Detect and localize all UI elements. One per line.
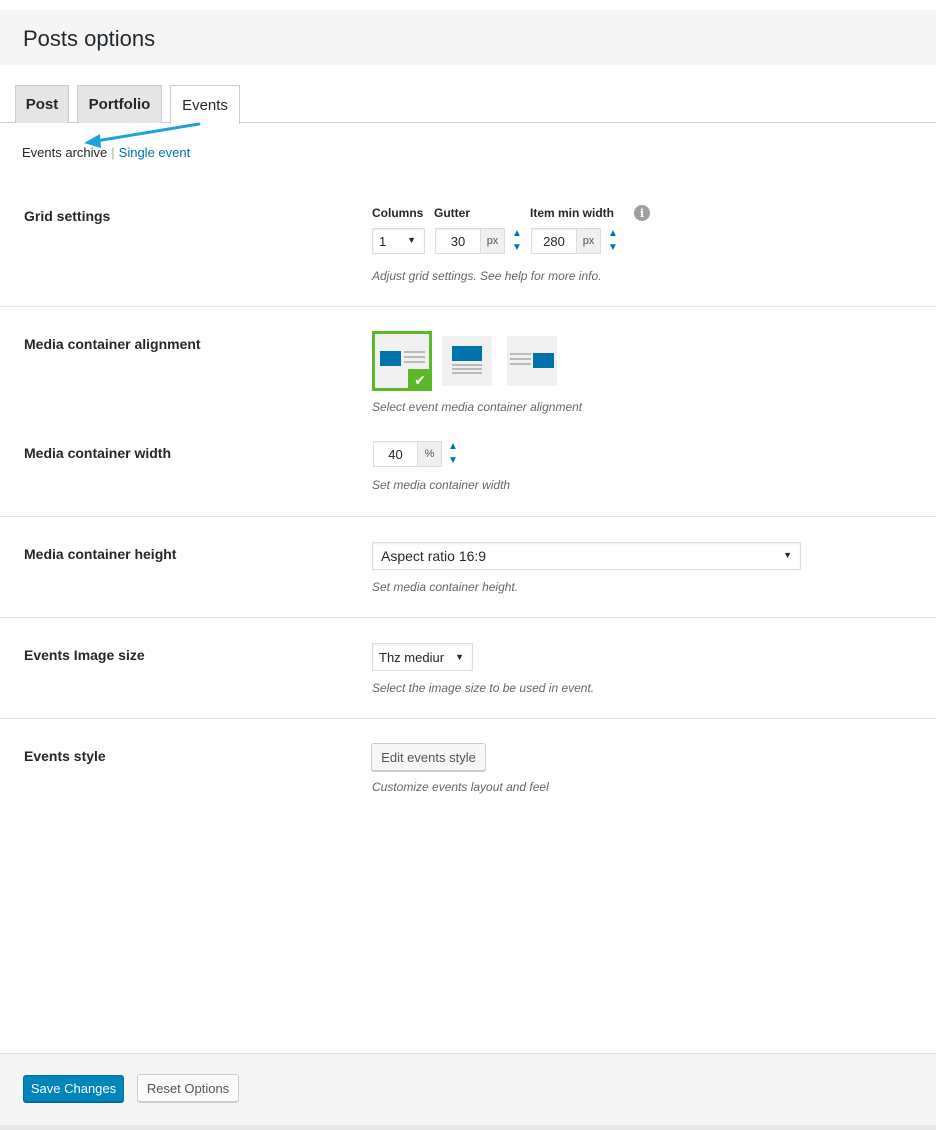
text-line	[404, 351, 425, 353]
divider	[0, 516, 936, 517]
media-height-value: Aspect ratio 16:9	[381, 548, 487, 564]
align-top-option[interactable]	[442, 336, 492, 386]
text-line	[452, 372, 482, 374]
media-width-label: Media container width	[24, 445, 172, 461]
gutter-input[interactable]: 30 px	[435, 228, 505, 254]
media-height-label: Media container height	[24, 546, 177, 562]
gutter-spinner[interactable]: ▲ ▼	[511, 228, 523, 254]
subnav-single-event-link[interactable]: Single event	[119, 145, 191, 160]
down-arrow-icon[interactable]: ▼	[448, 455, 458, 467]
grid-settings-description: Adjust grid settings. See help for more …	[372, 269, 602, 283]
reset-options-button[interactable]: Reset Options	[137, 1074, 239, 1102]
tab-post[interactable]: Post	[15, 85, 69, 123]
text-line	[452, 368, 482, 370]
text-line	[404, 361, 425, 363]
divider	[0, 306, 936, 307]
up-arrow-icon[interactable]: ▲	[448, 441, 458, 453]
text-line	[510, 353, 531, 355]
divider	[0, 718, 936, 719]
align-right-option[interactable]	[507, 336, 557, 386]
media-width-spinner[interactable]: ▲ ▼	[447, 441, 459, 467]
media-width-input[interactable]: 40 %	[373, 441, 442, 467]
info-icon[interactable]: i	[634, 205, 650, 221]
image-size-label: Events Image size	[24, 647, 145, 663]
tab-portfolio[interactable]: Portfolio	[77, 85, 162, 123]
text-line	[510, 363, 531, 365]
grid-settings-label: Grid settings	[24, 208, 111, 224]
item-min-width-unit: px	[576, 229, 600, 253]
item-min-width-spinner[interactable]: ▲ ▼	[607, 228, 619, 254]
page-title: Posts options	[23, 26, 156, 51]
columns-select[interactable]: 1 ▼	[372, 228, 425, 254]
gutter-unit: px	[480, 229, 504, 253]
media-width-value: 40	[388, 446, 403, 462]
media-alignment-description: Select event media container alignment	[372, 400, 583, 414]
events-style-label: Events style	[24, 748, 106, 764]
text-line	[452, 364, 482, 366]
chevron-down-icon: ▼	[783, 550, 792, 560]
chevron-down-icon: ▼	[455, 652, 464, 662]
down-arrow-icon[interactable]: ▼	[608, 242, 618, 254]
align-left-option[interactable]: ✔	[372, 331, 432, 391]
gutter-label: Gutter	[434, 206, 470, 220]
image-size-select[interactable]: Thz mediur ▼	[372, 643, 473, 671]
bottom-edge	[0, 1125, 936, 1130]
subnav-separator: |	[111, 145, 115, 160]
media-alignment-label: Media container alignment	[24, 336, 201, 352]
check-icon: ✔	[408, 369, 432, 391]
media-block	[380, 351, 401, 366]
media-height-description: Set media container height.	[372, 580, 519, 594]
media-width-unit: %	[417, 442, 441, 466]
sub-navigation: Events archive | Single event	[22, 145, 190, 160]
columns-label: Columns	[372, 206, 424, 220]
save-changes-button[interactable]: Save Changes	[23, 1075, 124, 1102]
columns-value: 1	[379, 233, 387, 249]
subnav-events-archive[interactable]: Events archive	[22, 145, 107, 160]
up-arrow-icon[interactable]: ▲	[512, 228, 522, 240]
tab-bar: Post Portfolio Events	[0, 85, 936, 124]
media-width-description: Set media container width	[372, 478, 511, 492]
tab-events[interactable]: Events	[170, 85, 240, 124]
divider	[0, 617, 936, 618]
text-line	[404, 356, 425, 358]
item-min-width-value: 280	[543, 233, 565, 249]
item-min-width-input[interactable]: 280 px	[531, 228, 601, 254]
item-min-width-label: Item min width	[530, 206, 614, 220]
chevron-down-icon: ▼	[407, 235, 416, 245]
edit-events-style-button[interactable]: Edit events style	[371, 743, 486, 771]
events-style-description: Customize events layout and feel	[372, 780, 549, 794]
image-size-value: Thz mediur	[379, 649, 445, 665]
gutter-value: 30	[450, 233, 466, 249]
down-arrow-icon[interactable]: ▼	[512, 242, 522, 254]
media-height-select[interactable]: Aspect ratio 16:9 ▼	[372, 542, 801, 570]
media-block	[452, 346, 482, 361]
page-header: Posts options	[0, 10, 936, 65]
media-block	[533, 353, 554, 368]
text-line	[510, 358, 531, 360]
image-size-description: Select the image size to be used in even…	[372, 681, 595, 695]
up-arrow-icon[interactable]: ▲	[608, 228, 618, 240]
